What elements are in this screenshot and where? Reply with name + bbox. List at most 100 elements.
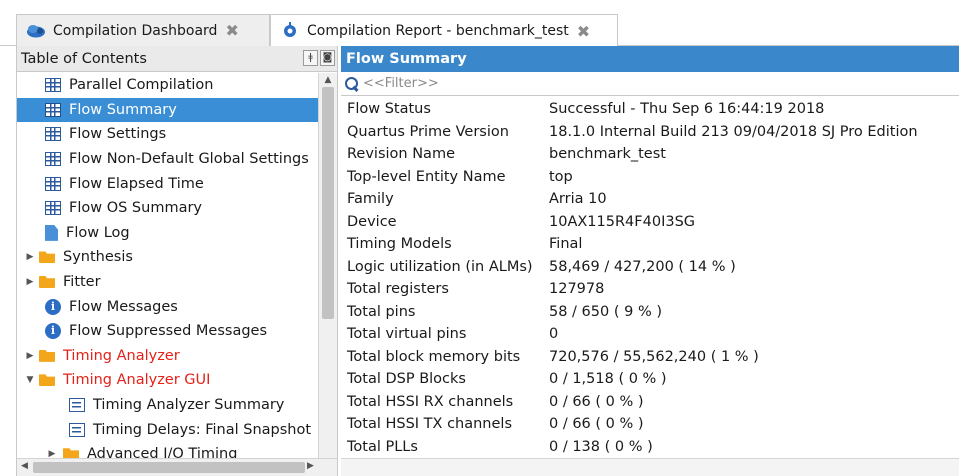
folder-icon [39, 251, 55, 264]
summary-key: Quartus Prime Version [347, 123, 509, 140]
summary-value: 10AX115R4F40I3SG [549, 213, 696, 230]
table-icon [45, 152, 61, 167]
expand-arrow-icon[interactable]: ▶ [45, 449, 59, 458]
toc-item-flow-elapsed-time[interactable]: Flow Elapsed Time [17, 171, 319, 196]
summary-key: Top-level Entity Name [347, 168, 506, 185]
table-row: Total HSSI RX channels 0 / 66 ( 0 % ) [341, 391, 959, 414]
table-row: Total virtual pins 0 [341, 323, 959, 346]
toc-header: Table of Contents ǂ ◙ [17, 46, 337, 72]
summary-value: 0 / 138 ( 0 % ) [549, 438, 653, 455]
summary-key: Total pins [347, 303, 416, 320]
toc-item-label: Timing Analyzer [63, 347, 180, 364]
expand-arrow-icon[interactable]: ▶ [23, 277, 37, 287]
summary-value: benchmark_test [549, 146, 666, 163]
tab-compilation-dashboard[interactable]: Compilation Dashboard ✖ [16, 14, 270, 46]
table-row: Total pins 58 / 650 ( 9 % ) [341, 301, 959, 324]
summary-value: 0 / 66 ( 0 % ) [549, 416, 644, 433]
close-icon[interactable]: ✖ [225, 21, 238, 40]
toc-item-label: Flow Suppressed Messages [69, 323, 268, 340]
panel-footer [341, 458, 959, 476]
info-icon: i [45, 323, 61, 340]
toc-vertical-scrollbar[interactable]: ▲ [318, 73, 337, 458]
summary-value: 18.1.0 Internal Build 213 09/04/2018 SJ … [549, 123, 918, 140]
summary-key: Total virtual pins [347, 326, 467, 343]
expand-arrow-icon[interactable]: ▶ [23, 252, 37, 262]
toc-tree: Parallel Compilation Flow Summary Flow S… [17, 73, 319, 458]
scroll-up-icon[interactable]: ▲ [319, 73, 337, 87]
summary-value: 0 / 1,518 ( 0 % ) [549, 371, 667, 388]
table-icon [45, 127, 61, 142]
summary-value: 720,576 / 55,562,240 ( 1 % ) [549, 348, 759, 365]
summary-key: Total block memory bits [347, 348, 521, 365]
folder-icon [63, 448, 79, 458]
table-of-contents-pane: Table of Contents ǂ ◙ Parallel Compilati… [16, 46, 338, 476]
flow-summary-pane: Flow Summary <<Filter>> Flow Status Succe… [341, 46, 959, 476]
table-row: Revision Name benchmark_test [341, 143, 959, 166]
toc-item-label: Flow OS Summary [69, 200, 203, 217]
toc-horizontal-scrollbar[interactable]: ◀ ▶ [17, 458, 337, 476]
dashboard-icon [27, 24, 45, 37]
summary-key: Flow Status [347, 101, 431, 118]
filter-field[interactable]: <<Filter>> [341, 72, 959, 96]
float-icon[interactable]: ◙ [320, 50, 335, 66]
panel-title: Flow Summary [341, 46, 959, 72]
summary-value: 127978 [549, 281, 605, 298]
toc-item-flow-settings[interactable]: Flow Settings [17, 122, 319, 147]
toc-item-timing-analyzer[interactable]: ▶ Timing Analyzer [17, 344, 319, 369]
summary-key: Family [347, 191, 394, 208]
toc-item-fitter[interactable]: ▶ Fitter [17, 270, 319, 295]
table-row: Flow Status Successful - Thu Sep 6 16:44:… [341, 98, 959, 121]
toc-item-label: Flow Settings [69, 126, 167, 143]
toc-item-flow-log[interactable]: Flow Log [17, 221, 319, 246]
search-icon [345, 76, 359, 91]
toc-item-flow-os-summary[interactable]: Flow OS Summary [17, 196, 319, 221]
toc-item-timing-analyzer-gui[interactable]: ▼ Timing Analyzer GUI [17, 368, 319, 393]
summary-key: Total PLLs [347, 438, 418, 455]
toc-item-advanced-io-timing[interactable]: ▶ Advanced I/O Timing [17, 442, 319, 458]
toc-item-flow-messages[interactable]: i Flow Messages [17, 294, 319, 319]
toc-item-synthesis[interactable]: ▶ Synthesis [17, 245, 319, 270]
summary-value: Final [549, 236, 583, 253]
table-icon [45, 201, 61, 216]
toc-item-flow-suppressed-messages[interactable]: i Flow Suppressed Messages [17, 319, 319, 344]
toc-item-label: Timing Analyzer GUI [63, 372, 211, 389]
pin-icon[interactable]: ǂ [303, 50, 318, 66]
folder-icon [39, 276, 55, 289]
summary-value: Successful - Thu Sep 6 16:44:19 2018 [549, 101, 825, 118]
toc-item-label: Flow Log [66, 224, 130, 241]
scroll-thumb[interactable] [33, 462, 305, 473]
table-row: Family Arria 10 [341, 188, 959, 211]
toc-item-label: Parallel Compilation [69, 77, 214, 94]
tab-bar: Compilation Dashboard ✖ Compilation Repo… [0, 0, 959, 47]
summary-value: 58 / 650 ( 9 % ) [549, 303, 662, 320]
document-icon [45, 224, 58, 241]
toc-item-label: Synthesis [63, 249, 133, 266]
scroll-left-icon[interactable]: ◀ [21, 461, 28, 471]
toc-item-timing-delays-final-snapshot[interactable]: Timing Delays: Final Snapshot [17, 417, 319, 442]
table-row: Timing Models Final [341, 233, 959, 256]
scroll-thumb[interactable] [322, 87, 334, 319]
summary-value: top [549, 168, 573, 185]
table-row: Total block memory bits 720,576 / 55,562,… [341, 346, 959, 369]
expand-arrow-icon[interactable]: ▶ [23, 351, 37, 361]
table-row: Device 10AX115R4F40I3SG [341, 211, 959, 234]
table-icon [45, 78, 61, 93]
toc-item-flow-summary[interactable]: Flow Summary [17, 97, 319, 123]
toc-item-flow-non-default-global-settings[interactable]: Flow Non-Default Global Settings [17, 147, 319, 172]
close-icon[interactable]: ✖ [577, 22, 590, 41]
tab-compilation-report[interactable]: Compilation Report - benchmark_test ✖ [270, 14, 618, 47]
collapse-arrow-icon[interactable]: ▼ [23, 375, 37, 385]
table-row: Quartus Prime Version 18.1.0 Internal Bui… [341, 121, 959, 144]
summary-key: Logic utilization (in ALMs) [347, 258, 533, 275]
table-row: Total PLLs 0 / 138 ( 0 % ) [341, 436, 959, 459]
scroll-right-icon[interactable]: ▶ [307, 461, 314, 471]
folder-icon [39, 349, 55, 362]
toc-item-label: Fitter [63, 274, 101, 291]
report-icon [69, 422, 85, 437]
toc-item-timing-analyzer-summary[interactable]: Timing Analyzer Summary [17, 393, 319, 418]
summary-table: Flow Status Successful - Thu Sep 6 16:44:… [341, 98, 959, 458]
filter-input[interactable]: <<Filter>> [363, 76, 439, 91]
tab-label: Compilation Report - benchmark_test [307, 23, 569, 39]
summary-value: 0 / 66 ( 0 % ) [549, 393, 644, 410]
toc-item-parallel-compilation[interactable]: Parallel Compilation [17, 73, 319, 98]
